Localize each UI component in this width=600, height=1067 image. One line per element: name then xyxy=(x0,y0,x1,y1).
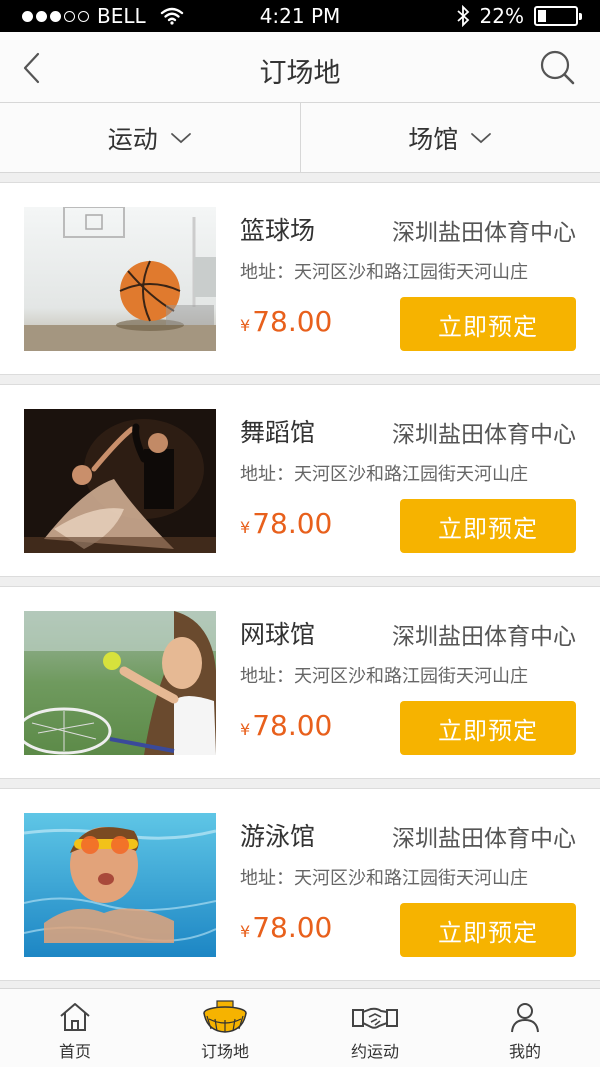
price-value: 78.00 xyxy=(252,709,333,742)
filter-sport-label: 运动 xyxy=(107,124,158,154)
venue-card[interactable]: 舞蹈馆 深圳盐田体育中心 地址：天河区沙和路江园街天河山庄 ¥78.00 立即预… xyxy=(0,384,600,577)
tab-label: 订场地 xyxy=(200,1042,249,1061)
currency-symbol: ¥ xyxy=(240,720,251,739)
venue-price: ¥78.00 xyxy=(240,507,332,540)
venue-name: 网球馆 xyxy=(240,620,316,649)
dance-photo xyxy=(24,409,216,553)
price-value: 78.00 xyxy=(252,305,333,338)
venue-card[interactable]: 篮球场 深圳盐田体育中心 地址：天河区沙和路江园街天河山庄 ¥78.00 立即预… xyxy=(0,182,600,375)
venue-card[interactable]: 游泳馆 深圳盐田体育中心 地址：天河区沙和路江园街天河山庄 ¥78.00 立即预… xyxy=(0,788,600,981)
status-right: 22% xyxy=(456,4,582,28)
book-now-button[interactable]: 立即预定 xyxy=(400,903,576,957)
filter-venue-label: 场馆 xyxy=(408,124,459,154)
venue-name: 篮球场 xyxy=(240,216,316,245)
currency-symbol: ¥ xyxy=(240,922,251,941)
venue-address: 地址：天河区沙和路江园街天河山庄 xyxy=(240,868,528,889)
bluetooth-icon xyxy=(456,5,469,27)
filter-venue-dropdown[interactable]: 场馆 xyxy=(299,103,600,172)
battery-percent: 22% xyxy=(479,4,524,28)
venue-center: 深圳盐田体育中心 xyxy=(392,624,576,650)
navigation-bar: 订场地 xyxy=(0,32,600,103)
tab-book-venue[interactable]: 订场地 xyxy=(150,989,300,1067)
price-value: 78.00 xyxy=(252,507,333,540)
tab-home[interactable]: 首页 xyxy=(0,989,150,1067)
venue-address: 地址：天河区沙和路江园街天河山庄 xyxy=(240,464,528,485)
filter-bar: 运动 场馆 xyxy=(0,103,600,173)
filter-sport-dropdown[interactable]: 运动 xyxy=(0,103,300,172)
tennis-photo xyxy=(24,611,216,755)
currency-symbol: ¥ xyxy=(240,316,251,335)
tab-meet-sport[interactable]: 约运动 xyxy=(300,989,450,1067)
price-value: 78.00 xyxy=(252,911,333,944)
handshake-icon xyxy=(351,999,399,1035)
basketball-photo xyxy=(24,207,216,351)
book-now-button[interactable]: 立即预定 xyxy=(400,499,576,553)
search-icon xyxy=(540,50,575,85)
tab-label: 首页 xyxy=(58,1042,91,1061)
tab-bar: 首页 订场地 约运动 我的 xyxy=(0,988,600,1067)
venue-price: ¥78.00 xyxy=(240,911,332,944)
swimming-photo xyxy=(24,813,216,957)
venue-address: 地址：天河区沙和路江园街天河山庄 xyxy=(240,666,528,687)
tab-label: 约运动 xyxy=(350,1042,399,1061)
venue-center: 深圳盐田体育中心 xyxy=(392,826,576,852)
status-bar: BELL 4:21 PM 22% xyxy=(0,0,600,32)
home-icon xyxy=(51,999,99,1035)
tab-label: 我的 xyxy=(508,1042,541,1061)
venue-center: 深圳盐田体育中心 xyxy=(392,422,576,448)
venue-price: ¥78.00 xyxy=(240,305,332,338)
venue-price: ¥78.00 xyxy=(240,709,332,742)
book-now-button[interactable]: 立即预定 xyxy=(400,701,576,755)
venue-address: 地址：天河区沙和路江园街天河山庄 xyxy=(240,262,528,283)
stadium-icon xyxy=(201,999,249,1035)
venue-list: 篮球场 深圳盐田体育中心 地址：天河区沙和路江园街天河山庄 ¥78.00 立即预… xyxy=(0,182,600,990)
tab-profile[interactable]: 我的 xyxy=(450,989,600,1067)
venue-center: 深圳盐田体育中心 xyxy=(392,220,576,246)
battery-fill xyxy=(538,10,546,22)
battery-icon xyxy=(534,6,582,26)
venue-name: 舞蹈馆 xyxy=(240,418,316,447)
chevron-down-icon xyxy=(471,132,492,143)
page-title: 订场地 xyxy=(259,58,341,89)
book-now-button[interactable]: 立即预定 xyxy=(400,297,576,351)
user-icon xyxy=(501,999,549,1035)
search-button[interactable] xyxy=(536,46,580,90)
venue-name: 游泳馆 xyxy=(240,822,316,851)
currency-symbol: ¥ xyxy=(240,518,251,537)
chevron-down-icon xyxy=(170,132,191,143)
venue-card[interactable]: 网球馆 深圳盐田体育中心 地址：天河区沙和路江园街天河山庄 ¥78.00 立即预… xyxy=(0,586,600,779)
